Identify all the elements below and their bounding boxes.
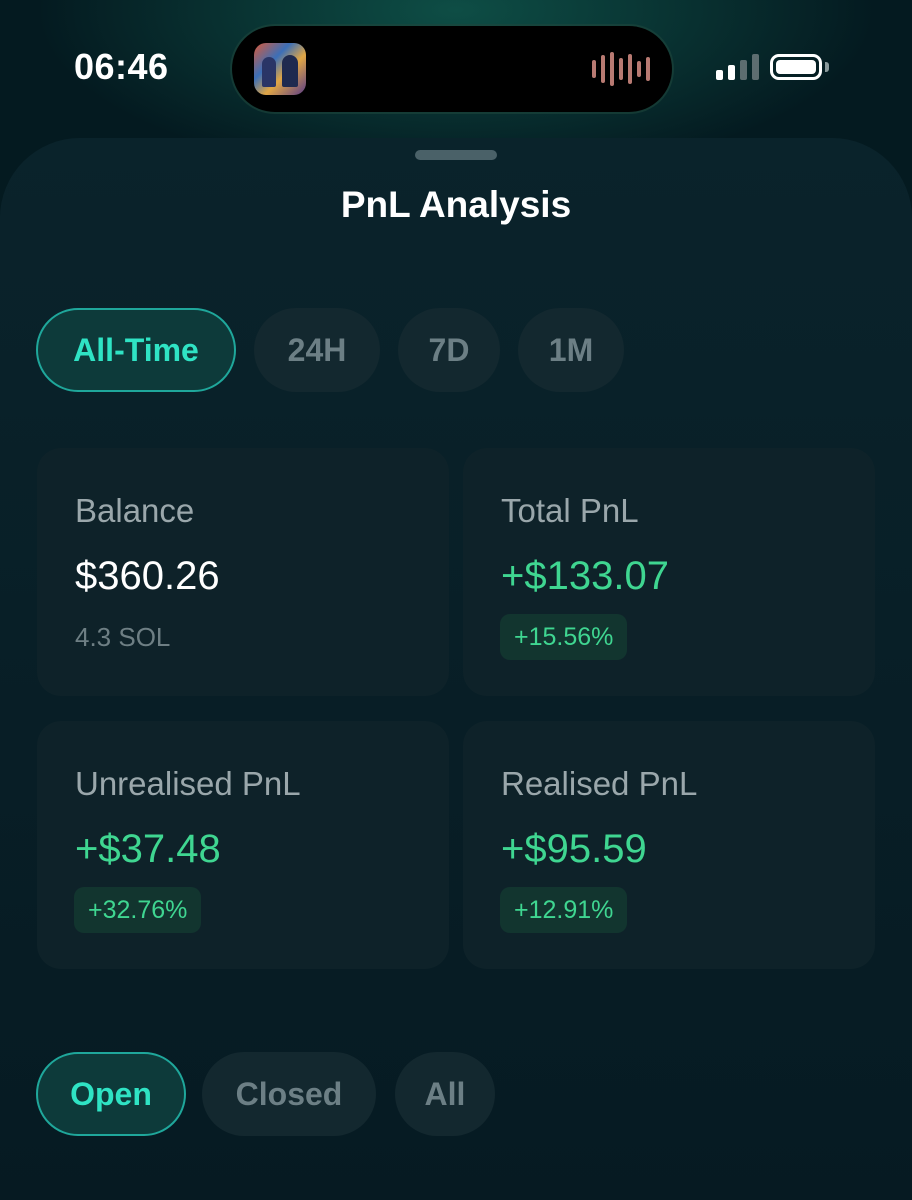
filter-7d[interactable]: 7D [398, 308, 500, 392]
filter-24h[interactable]: 24H [254, 308, 380, 392]
total-pnl-percent-badge: +15.56% [500, 614, 628, 660]
album-art-icon [254, 43, 306, 95]
sheet-title: PnL Analysis [340, 184, 572, 225]
realised-pnl-percent-badge: +12.91% [500, 887, 628, 933]
status-time: 06:46 [74, 46, 169, 87]
phone-screen: 06:46 PnL Analysis All-Time 24H 7D 1M Ba… [0, 0, 912, 1200]
tab-all[interactable]: All [395, 1052, 495, 1136]
unrealised-pnl-percent-badge: +32.76% [74, 887, 202, 933]
realised-pnl-value: +$95.59 [501, 827, 647, 871]
total-pnl-label: Total PnL [501, 492, 639, 529]
balance-value: $360.26 [75, 554, 220, 598]
unrealised-pnl-card: Unrealised PnL +$37.48 +32.76% [37, 721, 449, 969]
balance-sol: 4.3 SOL [75, 622, 171, 652]
waveform-icon [592, 52, 650, 86]
unrealised-pnl-label: Unrealised PnL [75, 765, 301, 802]
realised-pnl-card: Realised PnL +$95.59 +12.91% [463, 721, 875, 969]
sheet-grabber[interactable] [415, 150, 497, 160]
tab-closed[interactable]: Closed [202, 1052, 376, 1136]
battery-icon [770, 54, 822, 80]
filter-all-time[interactable]: All-Time [36, 308, 236, 392]
battery-cap [825, 62, 829, 72]
balance-label: Balance [75, 492, 195, 529]
tab-open[interactable]: Open [36, 1052, 186, 1136]
pnl-sheet: PnL Analysis All-Time 24H 7D 1M Balance … [0, 138, 912, 1200]
total-pnl-card: Total PnL +$133.07 +15.56% [463, 448, 875, 696]
balance-card: Balance $360.26 4.3 SOL [37, 448, 449, 696]
dynamic-island[interactable] [232, 26, 672, 112]
cellular-signal-icon [716, 54, 759, 80]
filter-1m[interactable]: 1M [518, 308, 624, 392]
total-pnl-value: +$133.07 [501, 554, 669, 598]
realised-pnl-label: Realised PnL [501, 765, 698, 802]
unrealised-pnl-value: +$37.48 [75, 827, 221, 871]
